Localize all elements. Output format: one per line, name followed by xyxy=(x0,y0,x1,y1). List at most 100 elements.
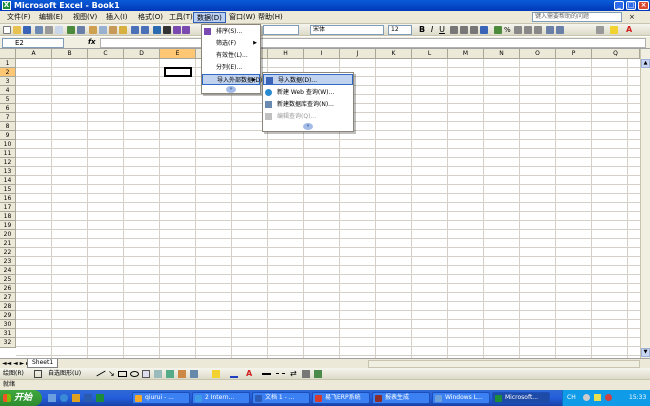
hyperlink-icon[interactable] xyxy=(153,26,161,34)
row-header[interactable]: 25 xyxy=(0,275,16,284)
column-header[interactable]: M xyxy=(448,49,484,59)
zoom-combo[interactable] xyxy=(263,25,299,35)
paste-icon[interactable] xyxy=(109,26,117,34)
bold-icon[interactable]: B xyxy=(418,26,426,34)
column-header[interactable]: B xyxy=(52,49,88,59)
permission-icon[interactable] xyxy=(35,26,43,34)
menu-item-import-external-data[interactable]: 导入外部数据(D) ▶ xyxy=(202,74,262,85)
print-preview-icon[interactable] xyxy=(55,26,63,34)
wordart-icon[interactable] xyxy=(154,370,162,378)
horizontal-scrollbar[interactable] xyxy=(368,360,640,368)
expand-menu-icon[interactable]: » xyxy=(226,86,236,93)
font-color-draw-icon[interactable]: A xyxy=(246,368,252,380)
maximize-button[interactable]: □ xyxy=(626,1,636,10)
row-header[interactable]: 32 xyxy=(0,338,16,348)
column-header[interactable]: Q xyxy=(592,49,640,59)
format-painter-icon[interactable] xyxy=(119,26,127,34)
active-cell[interactable] xyxy=(164,67,192,77)
column-header[interactable]: P xyxy=(556,49,592,59)
save-icon[interactable] xyxy=(23,26,31,34)
column-header[interactable]: C xyxy=(88,49,124,59)
scroll-up-icon[interactable]: ▲ xyxy=(641,59,650,68)
row-header[interactable]: 14 xyxy=(0,176,16,185)
menu-data[interactable]: 数据(D) xyxy=(193,12,226,23)
row-header[interactable]: 18 xyxy=(0,212,16,221)
row-header[interactable]: 13 xyxy=(0,167,16,176)
column-header[interactable]: L xyxy=(412,49,448,59)
taskbar-button[interactable]: 2 Intern... xyxy=(192,392,250,404)
volume-icon[interactable] xyxy=(594,394,601,401)
language-indicator[interactable]: CH xyxy=(567,390,576,406)
arrow-style-icon[interactable]: ⇄ xyxy=(290,370,297,378)
fx-icon[interactable]: fx xyxy=(88,38,96,46)
new-icon[interactable] xyxy=(3,26,11,34)
font-size-combo[interactable]: 12 xyxy=(388,25,412,35)
menu-item-validation[interactable]: 有效性(L)... xyxy=(202,50,260,61)
currency-icon[interactable] xyxy=(494,26,502,34)
row-header[interactable]: 7 xyxy=(0,113,16,122)
menu-window[interactable]: 窗口(W) xyxy=(226,12,258,23)
redo-icon[interactable] xyxy=(141,26,149,34)
ie-icon[interactable] xyxy=(60,394,68,402)
column-header[interactable]: E xyxy=(160,49,196,59)
borders-icon[interactable] xyxy=(596,26,604,34)
row-header[interactable]: 30 xyxy=(0,320,16,329)
taskbar-button[interactable]: Windows L... xyxy=(432,392,490,404)
copy-icon[interactable] xyxy=(99,26,107,34)
menu-item-filter[interactable]: 筛选(F) ▶ xyxy=(202,38,260,49)
undo-icon[interactable] xyxy=(131,26,139,34)
row-header[interactable]: 8 xyxy=(0,122,16,131)
select-objects-icon[interactable] xyxy=(34,370,42,378)
column-header[interactable]: H xyxy=(268,49,304,59)
submenu-item-import-data[interactable]: 导入数据(D)... xyxy=(263,74,353,85)
align-center-icon[interactable] xyxy=(460,26,468,34)
print-icon[interactable] xyxy=(45,26,53,34)
font-color-icon[interactable]: A xyxy=(626,26,634,34)
sheet-tab-sheet1[interactable]: Sheet1 xyxy=(27,359,59,368)
autoshapes-menu[interactable]: 自选图形(U) xyxy=(48,368,81,380)
column-header[interactable]: O xyxy=(520,49,556,59)
line-icon[interactable] xyxy=(96,370,106,377)
taskbar-button[interactable]: 易飞ERP系统 xyxy=(312,392,370,404)
font-combo[interactable]: 宋体 xyxy=(310,25,384,35)
row-header[interactable]: 24 xyxy=(0,266,16,275)
name-box[interactable]: E2 xyxy=(2,38,64,48)
increase-decimal-icon[interactable] xyxy=(524,26,532,34)
draw-menu[interactable]: 绘图(R) xyxy=(3,368,24,380)
row-header[interactable]: 9 xyxy=(0,131,16,140)
picture-icon[interactable] xyxy=(190,370,198,378)
menu-edit[interactable]: 编辑(E) xyxy=(36,12,66,23)
align-left-icon[interactable] xyxy=(450,26,458,34)
word-icon[interactable] xyxy=(84,394,92,402)
clipart-icon[interactable] xyxy=(178,370,186,378)
start-button[interactable]: 开始 xyxy=(0,390,42,406)
row-header[interactable]: 5 xyxy=(0,95,16,104)
row-header[interactable]: 20 xyxy=(0,230,16,239)
cut-icon[interactable] xyxy=(89,26,97,34)
menu-item-sort[interactable]: 排序(S)... xyxy=(202,26,260,37)
rectangle-icon[interactable] xyxy=(118,371,127,377)
minimize-button[interactable]: _ xyxy=(614,1,624,10)
italic-icon[interactable]: I xyxy=(428,26,436,34)
antivirus-icon[interactable] xyxy=(605,394,612,401)
row-header[interactable]: 6 xyxy=(0,104,16,113)
menu-tools[interactable]: 工具(T) xyxy=(166,12,196,23)
row-header[interactable]: 27 xyxy=(0,293,16,302)
diagram-icon[interactable] xyxy=(166,370,174,378)
spelling-icon[interactable] xyxy=(67,26,75,34)
comma-style-icon[interactable] xyxy=(514,26,522,34)
sort-descending-icon[interactable] xyxy=(182,26,190,34)
research-icon[interactable] xyxy=(77,26,85,34)
3d-style-icon[interactable] xyxy=(314,370,322,378)
row-header[interactable]: 21 xyxy=(0,239,16,248)
decrease-indent-icon[interactable] xyxy=(546,26,554,34)
close-button[interactable]: × xyxy=(638,1,649,10)
clock[interactable]: 15:33 xyxy=(629,390,646,406)
menu-close-icon[interactable]: × xyxy=(626,12,638,23)
network-icon[interactable] xyxy=(583,394,590,401)
increase-indent-icon[interactable] xyxy=(556,26,564,34)
merge-center-icon[interactable] xyxy=(480,26,488,34)
row-header[interactable]: 11 xyxy=(0,149,16,158)
arrow-icon[interactable]: ↘ xyxy=(108,370,115,378)
select-all-corner[interactable] xyxy=(0,49,16,59)
